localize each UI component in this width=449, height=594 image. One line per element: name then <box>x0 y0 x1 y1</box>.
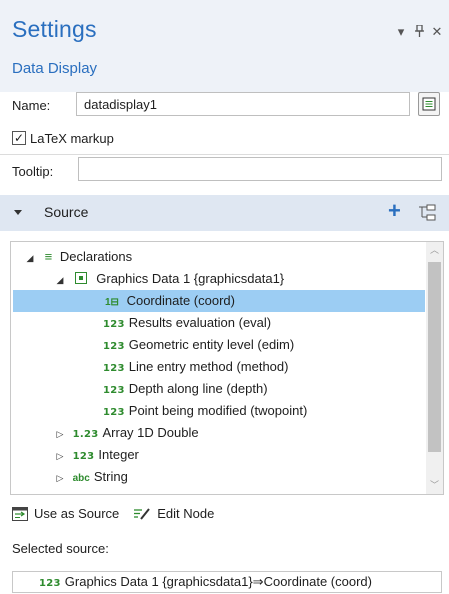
tree-structure-icon[interactable] <box>418 204 438 222</box>
tree-scrollbar[interactable]: ︿ ﹀ <box>426 242 443 494</box>
tree-item-label: Point being modified (twopoint) <box>128 403 308 418</box>
tree-item-string[interactable]: ▷ abc String <box>55 466 128 488</box>
edit-node-icon <box>134 507 151 520</box>
collapsed-arrow-icon[interactable]: ▷ <box>55 423 65 445</box>
tree-item-label: Results evaluation (eval) <box>128 315 272 330</box>
latex-checkbox[interactable]: ✓ <box>12 131 26 145</box>
tree-item-array1d[interactable]: ▷ 1.23 Array 1D Double <box>55 422 199 444</box>
use-as-source-label: Use as Source <box>34 506 120 521</box>
name-label: Name: <box>12 98 51 113</box>
add-icon[interactable]: + <box>388 198 401 224</box>
tree-item-label: Integer <box>98 447 139 462</box>
section-title: Source <box>44 204 89 220</box>
tree-item-label: Depth along line (depth) <box>128 381 268 396</box>
page-title: Settings <box>12 16 97 42</box>
tree-item-twopoint[interactable]: 123 Point being modified (twopoint) <box>103 400 307 422</box>
collapsed-arrow-icon[interactable]: ▷ <box>55 467 65 489</box>
page-subtitle: Data Display <box>12 60 98 77</box>
selected-source-value: Graphics Data 1 {graphicsdata1}⇒Coordina… <box>64 574 372 589</box>
divider <box>0 154 449 155</box>
integer-icon: 123 <box>103 407 125 418</box>
tree-item-label: Geometric entity level (edim) <box>128 337 295 352</box>
document-icon <box>422 97 436 111</box>
use-as-source-icon <box>12 506 28 521</box>
edit-node-label: Edit Node <box>157 506 215 521</box>
string-icon: abc <box>72 473 90 484</box>
tree-item-edim[interactable]: 123 Geometric entity level (edim) <box>103 334 294 356</box>
tree-item-method[interactable]: 123 Line entry method (method) <box>103 356 288 378</box>
array-double-icon: 1.23 <box>72 429 99 440</box>
settings-header: Settings Data Display ▾ ✕ <box>0 0 449 92</box>
scroll-down-icon[interactable]: ﹀ <box>426 477 443 494</box>
use-as-source-button[interactable]: Use as Source <box>12 506 119 521</box>
pin-icon[interactable] <box>413 23 425 40</box>
close-icon[interactable]: ✕ <box>431 24 443 40</box>
edit-node-button[interactable]: Edit Node <box>133 506 214 521</box>
integer-icon: 123 <box>103 385 125 396</box>
source-actions: Use as Source Edit Node <box>12 506 214 521</box>
tree-item-depth[interactable]: 123 Depth along line (depth) <box>103 378 268 400</box>
tree-item-label: Coordinate (coord) <box>126 293 235 308</box>
window-controls: ▾ ✕ <box>395 23 443 40</box>
tree-item-label: Array 1D Double <box>102 425 199 440</box>
collapsed-arrow-icon[interactable]: ▷ <box>55 445 65 467</box>
scrollbar-thumb[interactable] <box>428 262 441 452</box>
integer-icon: 123 <box>39 578 61 589</box>
selected-source-label: Selected source: <box>12 541 109 556</box>
tree-item-declarations[interactable]: ◢ ≡ Declarations <box>25 246 133 269</box>
tree-item-label: Declarations <box>59 249 133 264</box>
collapse-arrow-icon[interactable] <box>14 210 22 215</box>
checkmark-icon: ✓ <box>13 131 25 145</box>
integer-icon: 123 <box>103 363 125 374</box>
integer-icon: 123 <box>103 319 125 330</box>
tree-item-coordinate[interactable]: 1⊟ Coordinate (coord) <box>13 290 425 312</box>
scroll-up-icon[interactable]: ︿ <box>426 242 443 259</box>
tooltip-input[interactable] <box>78 157 442 181</box>
coordinate-icon: 1⊟ <box>105 297 119 308</box>
integer-icon: 123 <box>103 341 125 352</box>
graphics-data-icon <box>74 272 87 284</box>
expanded-arrow-icon[interactable]: ◢ <box>25 247 35 269</box>
source-tree[interactable]: ◢ ≡ Declarations ◢ Graphics Data 1 {grap… <box>10 241 444 495</box>
source-section-header[interactable]: Source + <box>0 195 449 231</box>
tree-item-graphicsdata[interactable]: ◢ Graphics Data 1 {graphicsdata1} <box>55 268 285 291</box>
selected-source-field: 123 Graphics Data 1 {graphicsdata1}⇒Coord… <box>12 571 442 593</box>
chevron-down-icon[interactable]: ▾ <box>395 24 407 40</box>
integer-icon: 123 <box>72 451 95 462</box>
tree-item-integer[interactable]: ▷ 123 Integer <box>55 444 139 466</box>
list-icon: ≡ <box>44 249 53 264</box>
tree-item-label: Line entry method (method) <box>128 359 289 374</box>
expanded-arrow-icon[interactable]: ◢ <box>55 269 65 291</box>
tooltip-label: Tooltip: <box>12 164 54 179</box>
tree-item-label: Graphics Data 1 {graphicsdata1} <box>96 271 285 286</box>
latex-label: LaTeX markup <box>30 131 114 146</box>
name-options-button[interactable] <box>418 92 440 116</box>
name-input[interactable] <box>76 92 410 116</box>
tree-item-label: String <box>93 469 128 484</box>
tree-item-eval[interactable]: 123 Results evaluation (eval) <box>103 312 271 334</box>
